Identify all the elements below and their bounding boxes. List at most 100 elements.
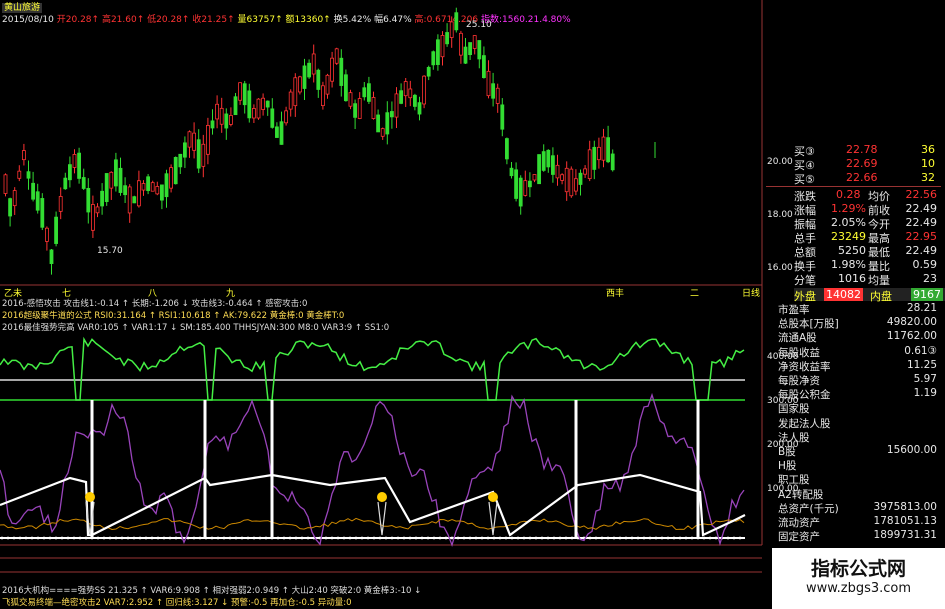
candle-body <box>192 132 197 151</box>
bottom-line-1: 2016大机构====强势SS 21.325 ↑ VAR6:9.908 ↑ 相对… <box>2 586 422 596</box>
candle-body <box>196 139 201 169</box>
baseline-dot <box>642 536 646 540</box>
baseline-dot <box>210 536 214 540</box>
baseline-dot <box>6 536 10 540</box>
candle-body <box>242 83 247 106</box>
stroke-value: 1016 <box>838 272 866 285</box>
fundamental-row: 发起法人股 <box>766 416 941 430</box>
pct-value: 1.29% <box>831 202 866 215</box>
candle-body <box>587 149 592 180</box>
baseline-dot <box>162 536 166 540</box>
fundamental-value: 11.25 <box>906 358 937 371</box>
candle-body <box>49 249 54 264</box>
baseline-dot <box>108 536 112 540</box>
indicator-line-2: 2016超级聚牛道的公式 RSI0:31.164 ↑ RSI1:10.618 ↑… <box>2 311 345 321</box>
baseline-dot <box>552 536 556 540</box>
hands-row: 总手 23249 最高 22.95 <box>766 230 941 245</box>
candle-body <box>109 171 114 189</box>
candle-body <box>458 32 463 56</box>
baseline-dot <box>168 536 172 540</box>
fundamental-value: 1781051.13 <box>873 515 937 527</box>
fundamental-label: 流动资产 <box>778 517 820 529</box>
candle-body <box>155 186 160 195</box>
candle-body <box>334 48 339 64</box>
baseline-dot <box>120 536 124 540</box>
candle-body <box>523 180 528 196</box>
baseline-dot <box>84 536 88 540</box>
low-price-mark: 15.70 <box>97 246 123 256</box>
candle-body <box>343 74 348 102</box>
baseline-dot <box>144 536 148 540</box>
baseline-dot <box>132 536 136 540</box>
low-value: 22.49 <box>905 244 938 257</box>
baseline-dot <box>534 536 538 540</box>
fundamental-row: 法人股 <box>766 430 941 444</box>
baseline-dot <box>222 536 226 540</box>
amount-value: 5250 <box>838 244 866 257</box>
candle-body <box>435 39 440 65</box>
fundamental-row: 总资产(千元) 3975813.00 <box>766 501 941 515</box>
candle-body <box>509 167 514 177</box>
buy5-row: 买⑤ 22.66 32 <box>766 171 941 186</box>
fundamental-row: 流动资产 1781051.13 <box>766 515 941 529</box>
candle-body <box>284 110 289 124</box>
candle-body <box>54 216 58 244</box>
buy3-vol: 36 <box>921 143 935 156</box>
candle-body <box>68 164 72 181</box>
fundamental-value: 5.97 <box>913 373 937 385</box>
candle-body <box>376 114 381 133</box>
baseline-dot <box>732 536 736 540</box>
baseline-dot <box>468 536 472 540</box>
candle-body <box>205 125 210 155</box>
candle-body <box>468 42 473 56</box>
candle-body <box>123 185 127 196</box>
candle-body <box>12 190 17 207</box>
buy3-row: 买③ 22.78 36 <box>766 143 941 158</box>
baseline-dot <box>288 536 292 540</box>
fundamental-label: 总股本[万股] <box>778 318 839 331</box>
baseline-dot <box>24 536 28 540</box>
baseline-dot <box>612 536 616 540</box>
baseline-dot <box>714 536 718 540</box>
baseline-dot <box>546 536 550 540</box>
pct-row: 涨幅 1.29% 前收 22.49 <box>766 202 941 217</box>
outer-inner-row: 外盘 14082 内盘 9167 <box>794 288 945 303</box>
candle-body <box>45 227 49 242</box>
candle-body <box>104 173 109 202</box>
candle-body <box>136 180 141 207</box>
baseline-dot <box>456 536 460 540</box>
baseline-dot <box>690 536 694 540</box>
baseline-dot <box>234 536 238 540</box>
candle-body <box>320 85 325 106</box>
fundamental-label: H股 <box>778 460 797 473</box>
candle-body <box>583 168 587 175</box>
fundamental-row: 职工股 <box>766 472 941 486</box>
candle-body <box>274 126 279 138</box>
purple-signal-line <box>0 392 745 548</box>
candle-body <box>132 196 137 204</box>
baseline-dot <box>276 536 280 540</box>
indicator-line-1: 2016-感悟攻击 攻击线1:-0.14 ↑ 长期:-1.206 ↓ 攻击线3:… <box>2 299 308 309</box>
baseline-dot <box>528 536 532 540</box>
baseline-dot <box>282 536 286 540</box>
fundamental-label: 发起法人股 <box>778 417 831 430</box>
baseline-dot <box>570 536 574 540</box>
baseline-dot <box>54 536 58 540</box>
candle-body <box>362 87 367 98</box>
candle-body <box>389 111 394 118</box>
signal-marker-stem <box>488 501 498 536</box>
baseline-dot <box>294 536 298 540</box>
candle-body <box>86 188 91 213</box>
turnover-row: 换手 1.98% 量比 0.59 <box>766 258 941 273</box>
candle-body <box>297 76 302 93</box>
baseline-dot <box>216 536 220 540</box>
candle-body <box>173 157 178 185</box>
candle-body <box>417 102 422 115</box>
candle-body <box>31 182 36 200</box>
candle-body <box>606 137 610 163</box>
baseline-dot <box>330 536 334 540</box>
candle-body <box>201 143 206 167</box>
fundamental-row: B股 15600.00 <box>766 444 941 458</box>
baseline-dot <box>588 536 592 540</box>
candle-body <box>247 90 252 119</box>
